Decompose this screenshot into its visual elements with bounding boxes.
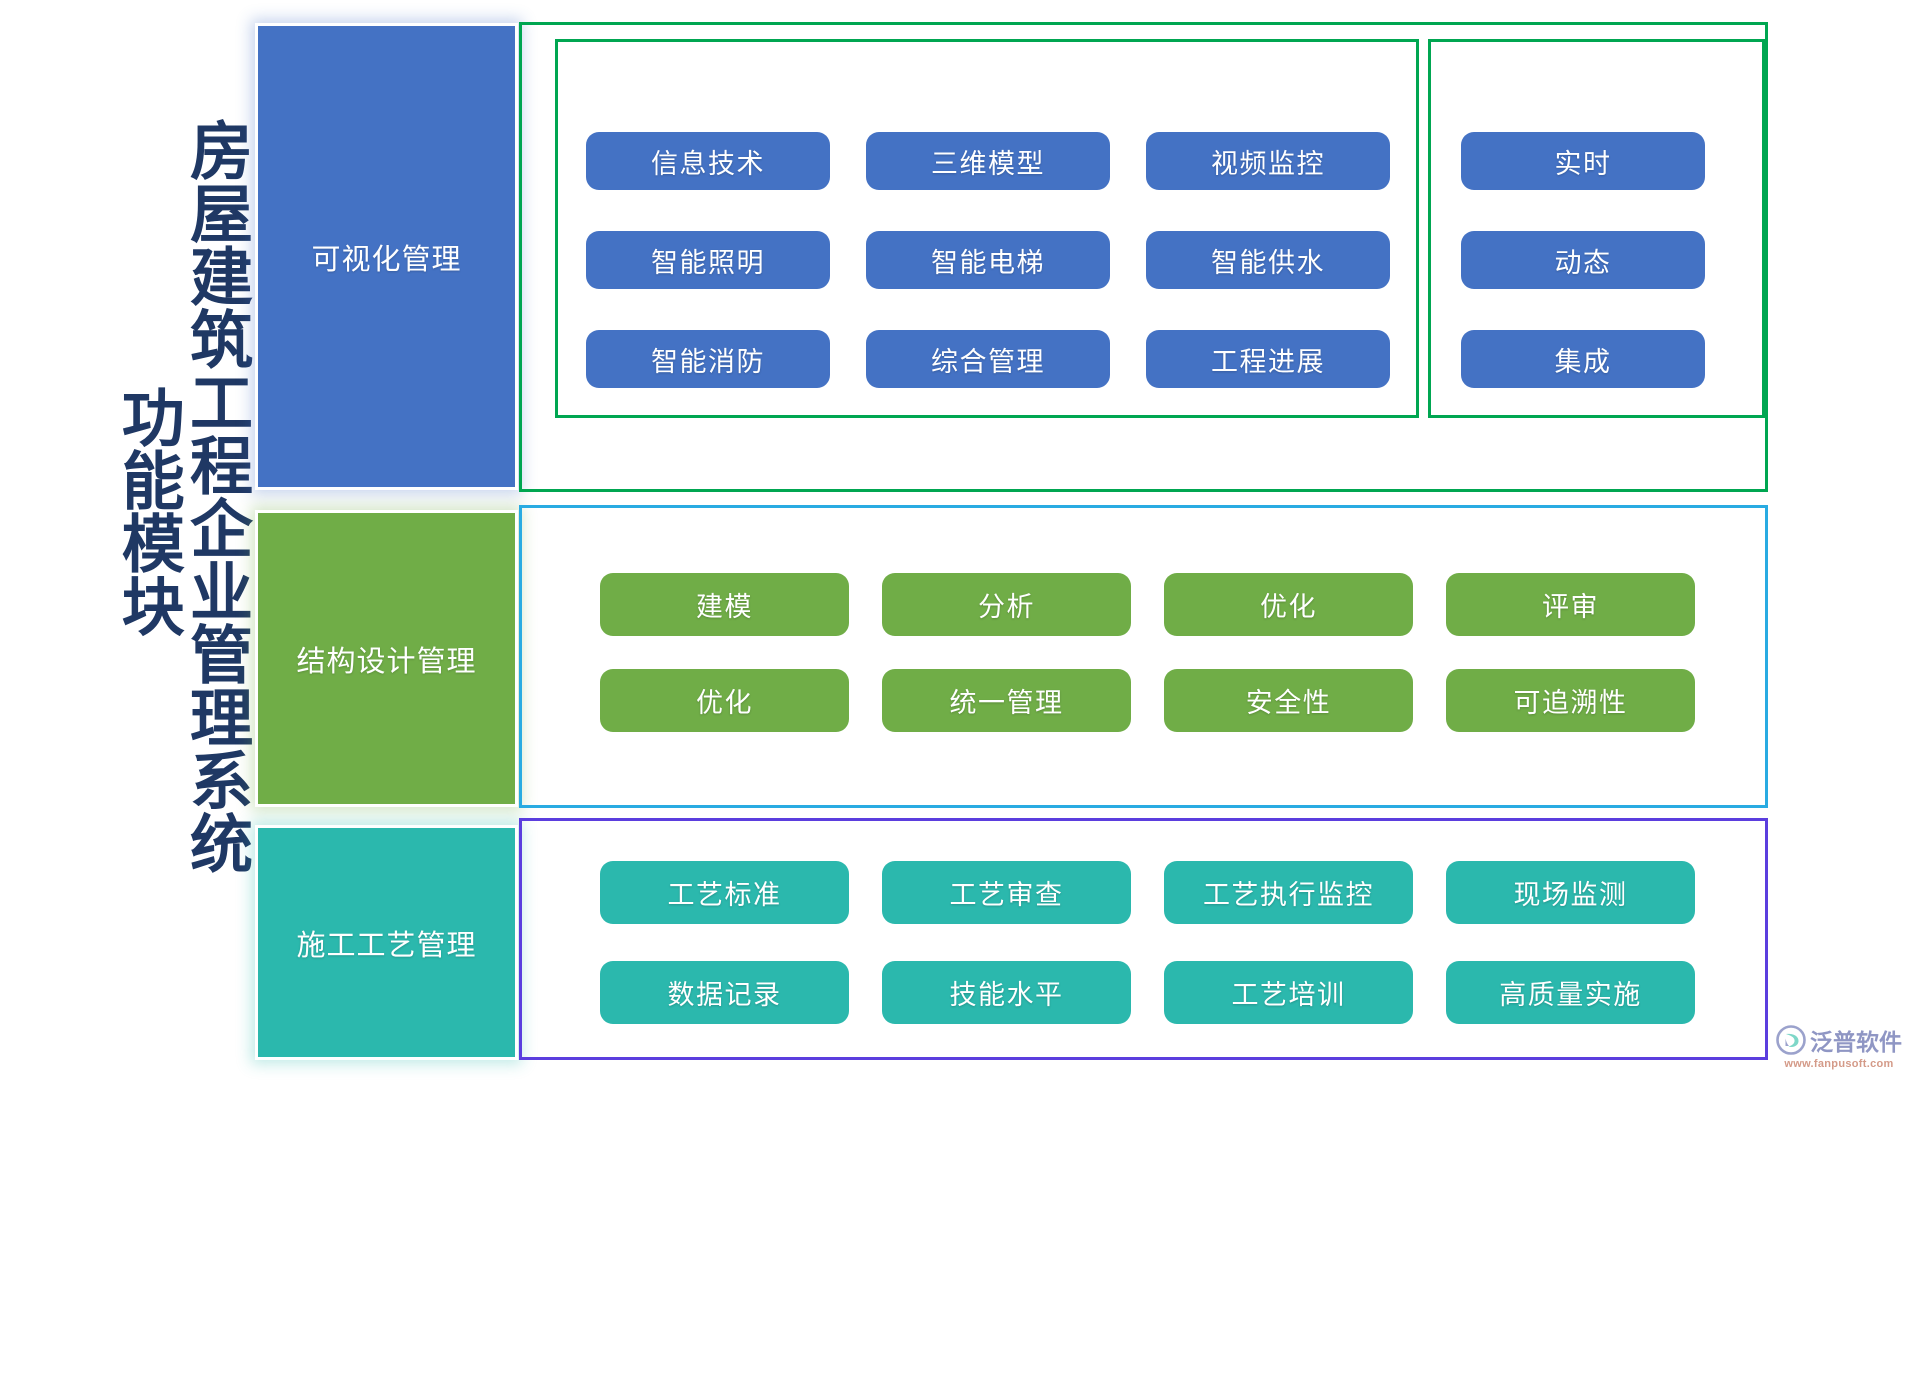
watermark-url: www.fanpusoft.com <box>1784 1057 1894 1070</box>
chip-construction-1-3[interactable]: 高质量实施 <box>1446 961 1695 1024</box>
watermark-row: 泛普软件 <box>1776 1023 1902 1057</box>
chip-construction-1-1[interactable]: 技能水平 <box>882 961 1131 1024</box>
chip-construction-1-0[interactable]: 数据记录 <box>600 961 849 1024</box>
section-label-construction-process[interactable]: 施工工艺管理 <box>255 825 518 1060</box>
chip-construction-0-2[interactable]: 工艺执行监控 <box>1164 861 1413 924</box>
diagram-canvas: 功能模块 房屋建筑工程企业管理系统 可视化管理 信息技术 三维模型 视频监控 智… <box>0 0 1920 1080</box>
chip-construction-0-0[interactable]: 工艺标准 <box>600 861 849 924</box>
watermark-name: 泛普软件 <box>1810 1028 1902 1055</box>
fanpu-logo-icon <box>1776 1024 1806 1055</box>
chip-construction-0-1[interactable]: 工艺审查 <box>882 861 1131 924</box>
chip-construction-1-2[interactable]: 工艺培训 <box>1164 961 1413 1024</box>
section-construction-process: 施工工艺管理 工艺标准 工艺审查 工艺执行监控 现场监测 数据记录 技能水平 工… <box>0 0 1920 1080</box>
chip-construction-0-3[interactable]: 现场监测 <box>1446 861 1695 924</box>
watermark-logo: 泛普软件 www.fanpusoft.com <box>1764 1018 1914 1074</box>
